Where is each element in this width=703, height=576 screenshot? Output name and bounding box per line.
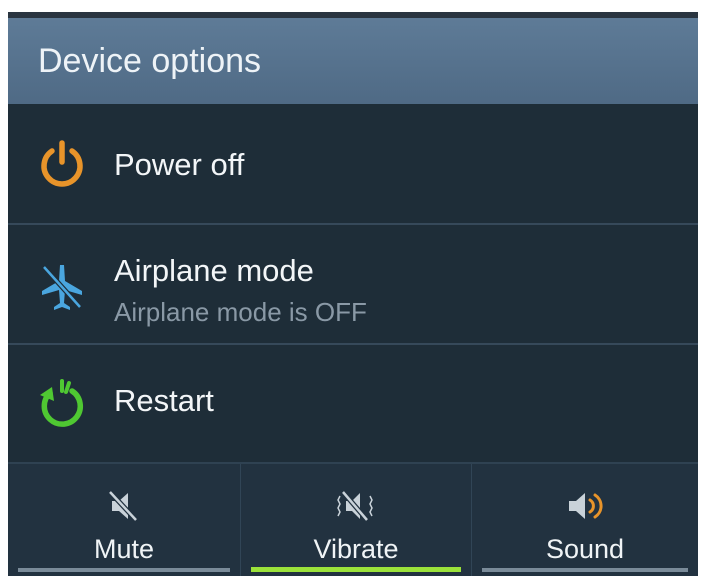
mute-label: Mute [93,534,155,564]
sound-label: Sound [545,534,625,564]
device-options-dialog: Device options Power off Airplane mode A… [8,12,698,576]
mute-button[interactable]: Mute [8,464,240,576]
sound-mode-bar: Mute Vibrate Sound [8,462,698,576]
airplane-mode-status: Airplane mode is OFF [114,297,367,327]
vibrate-icon [337,490,373,522]
sound-icon [569,493,603,519]
mute-icon [108,490,138,522]
sound-button[interactable]: Sound [472,464,698,576]
vibrate-label: Vibrate [313,534,399,564]
power-off-label: Power off [114,147,245,182]
restart-option[interactable]: Restart [8,345,698,461]
airplane-mode-label: Airplane mode [114,253,314,288]
restart-label: Restart [114,383,214,418]
dialog-title: Device options [38,41,262,80]
dialog-header: Device options [8,18,698,104]
airplane-off-icon [42,265,82,310]
restart-icon [40,379,84,427]
power-icon [41,140,83,187]
power-off-option[interactable]: Power off [8,105,698,225]
vibrate-button[interactable]: Vibrate [240,464,472,576]
vibrate-indicator [251,567,461,572]
sound-indicator [482,568,688,572]
mute-indicator [18,568,230,572]
airplane-mode-option[interactable]: Airplane mode Airplane mode is OFF [8,225,698,345]
